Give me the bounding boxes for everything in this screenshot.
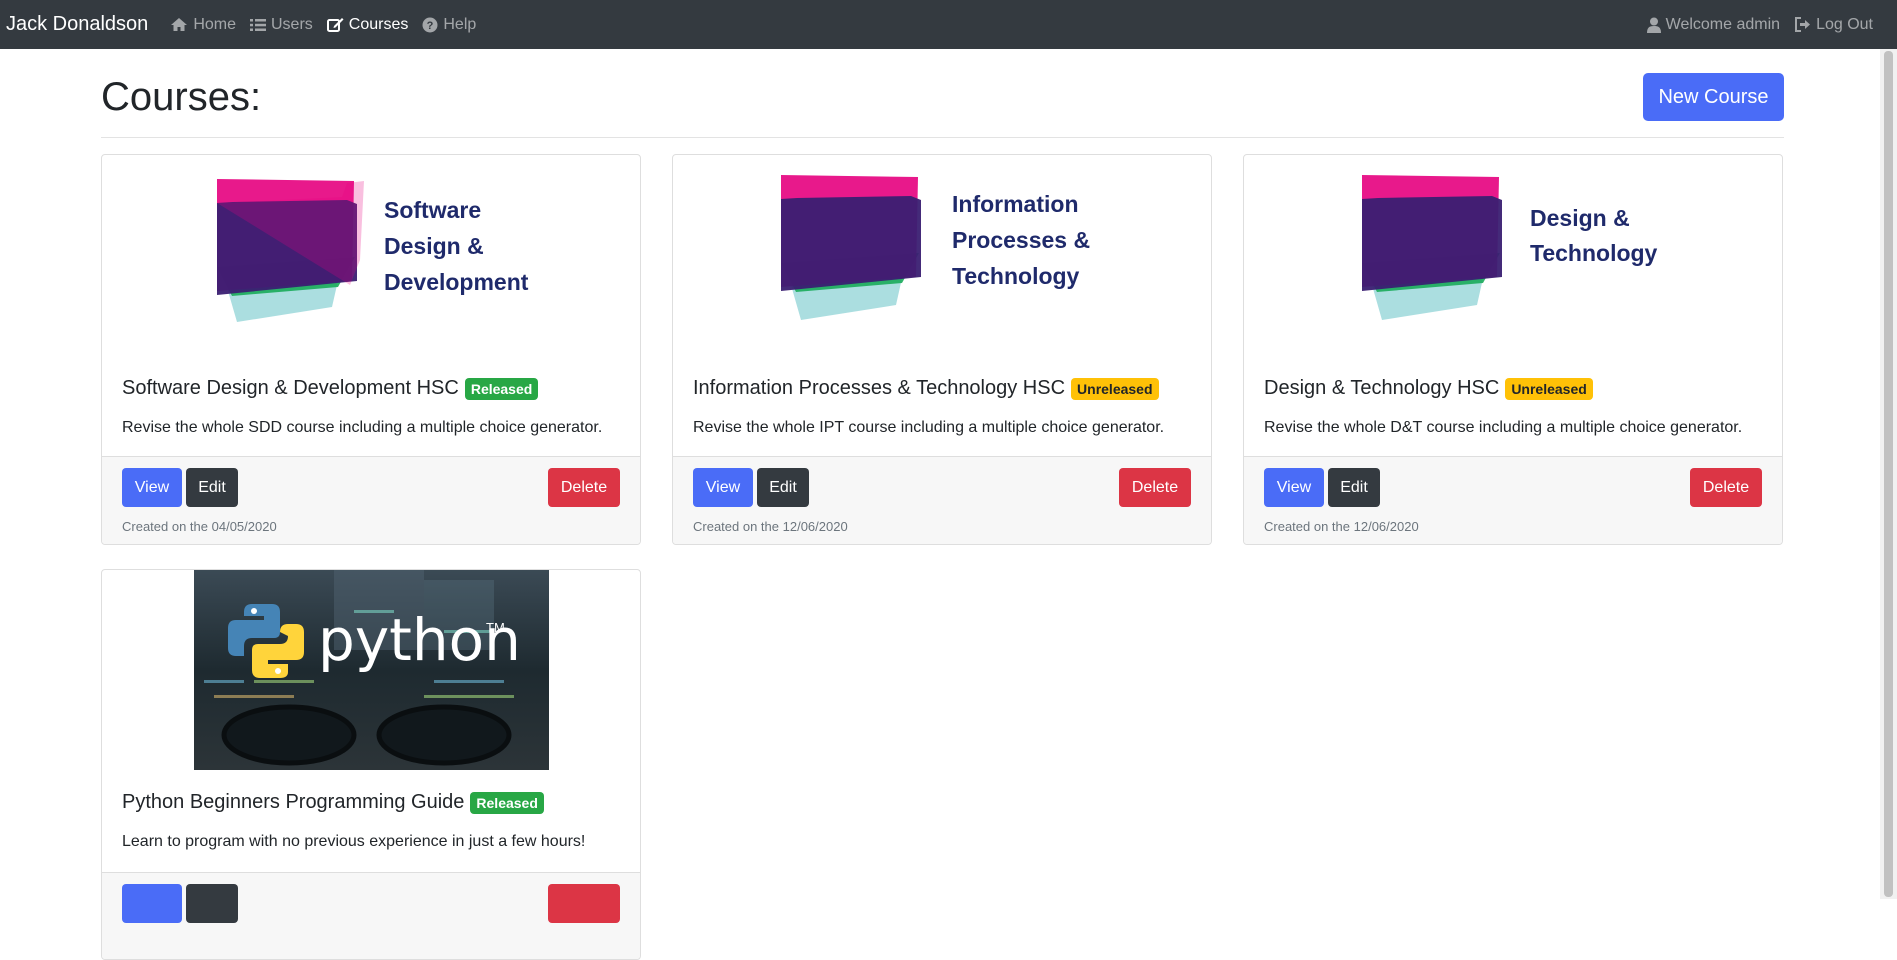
welcome-label: Welcome admin	[1665, 15, 1781, 33]
course-description: Revise the whole SDD course including a …	[122, 419, 603, 436]
glasses-left-lens	[221, 704, 357, 766]
status-badge: Unreleased	[1505, 377, 1593, 400]
course-image-text-line: Processes &	[952, 227, 1090, 253]
course-title-text: Information Processes & Technology HSC	[693, 377, 1066, 399]
question-circle-icon: ?	[422, 17, 438, 32]
course-image-sdd: Software Design & Development	[217, 179, 529, 322]
edit-button[interactable]: Edit	[1328, 468, 1380, 507]
nav-welcome[interactable]: Welcome admin	[1646, 15, 1781, 34]
delete-button[interactable]: Delete	[548, 468, 620, 507]
top-navbar: Jack Donaldson Home Users Courses ? Help…	[0, 0, 1897, 49]
nav-help[interactable]: ? Help	[422, 16, 476, 34]
svg-text:?: ?	[427, 20, 434, 32]
edit-icon	[326, 18, 344, 32]
card-footer	[102, 872, 640, 959]
nav-logout[interactable]: Log Out	[1794, 16, 1873, 34]
nav-courses[interactable]: Courses	[326, 15, 409, 34]
course-card-ipt: Information Processes & Technology Infor…	[672, 154, 1212, 545]
edit-button[interactable]: Edit	[757, 468, 809, 507]
python-trademark: TM	[486, 620, 505, 635]
status-badge: Released	[470, 791, 544, 814]
python-wordmark: python	[318, 606, 521, 674]
course-card-dt: Design & Technology Design & Technology …	[1243, 154, 1783, 545]
delete-button[interactable]	[548, 884, 620, 923]
sign-out-icon	[1795, 17, 1811, 32]
nav-users-label: Users	[271, 15, 313, 33]
status-badge: Released	[464, 377, 539, 400]
course-description: Revise the whole IPT course including a …	[693, 419, 1165, 436]
view-button[interactable]: View	[122, 468, 182, 507]
nav-home-label: Home	[193, 15, 236, 33]
card-footer: View Edit Delete Created on the 12/06/20…	[1244, 456, 1782, 544]
card-footer: View Edit Delete Created on the 04/05/20…	[102, 456, 640, 544]
created-date: Created on the 12/06/2020	[1264, 519, 1419, 534]
course-card-python: python TM Python Beginners Programming G…	[101, 569, 641, 960]
course-image-text-line: Technology	[1530, 240, 1658, 266]
course-image-python: python TM	[194, 570, 549, 770]
status-badge: Unreleased	[1071, 377, 1159, 400]
new-course-button[interactable]: New Course	[1643, 73, 1784, 121]
logout-label: Log Out	[1816, 15, 1873, 33]
list-icon	[250, 18, 266, 31]
glasses-right-lens	[376, 704, 512, 766]
view-button[interactable]: View	[1264, 468, 1324, 507]
nav-users[interactable]: Users	[250, 16, 313, 34]
home-icon	[171, 18, 188, 31]
created-date: Created on the 12/06/2020	[693, 519, 848, 534]
page-scrollbar[interactable]	[1880, 49, 1897, 899]
course-title-text: Software Design & Development HSC	[122, 377, 459, 399]
edit-button[interactable]: Edit	[186, 468, 238, 507]
edit-button[interactable]	[186, 884, 238, 923]
created-date: Created on the 04/05/2020	[122, 519, 277, 534]
course-image-text-line: Development	[384, 269, 529, 295]
card-footer: View Edit Delete Created on the 12/06/20…	[673, 456, 1211, 544]
course-title: Python Beginners Programming Guide Relea…	[122, 791, 544, 814]
course-image-dt: Design & Technology	[1362, 175, 1658, 320]
nav-home[interactable]: Home	[170, 16, 236, 34]
header-divider	[101, 137, 1784, 138]
course-title-text: Design & Technology HSC	[1264, 377, 1500, 399]
view-button[interactable]: View	[693, 468, 753, 507]
view-button[interactable]	[122, 884, 182, 923]
course-title: Information Processes & Technology HSC U…	[693, 377, 1159, 400]
course-image-text-line: Design &	[1530, 205, 1630, 231]
nav-courses-label: Courses	[348, 15, 409, 33]
delete-button[interactable]: Delete	[1690, 468, 1762, 507]
course-image-text-line: Technology	[952, 263, 1080, 289]
course-title: Software Design & Development HSC Releas…	[122, 377, 539, 400]
course-card-sdd: Software Design & Development Software D…	[101, 154, 641, 545]
user-icon	[1646, 17, 1661, 33]
course-image-ipt: Information Processes & Technology	[781, 175, 1090, 320]
course-title-text: Python Beginners Programming Guide	[122, 791, 465, 813]
course-image-text-line: Information	[952, 191, 1079, 217]
course-logo-icon	[217, 179, 364, 322]
nav-help-label: Help	[443, 15, 477, 33]
course-description: Learn to program with no previous experi…	[122, 833, 586, 850]
course-image-text-line: Design &	[384, 233, 484, 259]
course-image-text-line: Software	[384, 197, 481, 223]
scrollbar-thumb[interactable]	[1884, 51, 1893, 897]
brand-name[interactable]: Jack Donaldson	[6, 13, 148, 36]
delete-button[interactable]: Delete	[1119, 468, 1191, 507]
course-logo-icon	[1362, 175, 1502, 320]
course-logo-icon	[781, 175, 921, 320]
course-description: Revise the whole D&T course including a …	[1264, 419, 1743, 436]
course-title: Design & Technology HSC Unreleased	[1264, 377, 1593, 400]
page-title: Courses:	[101, 75, 262, 119]
